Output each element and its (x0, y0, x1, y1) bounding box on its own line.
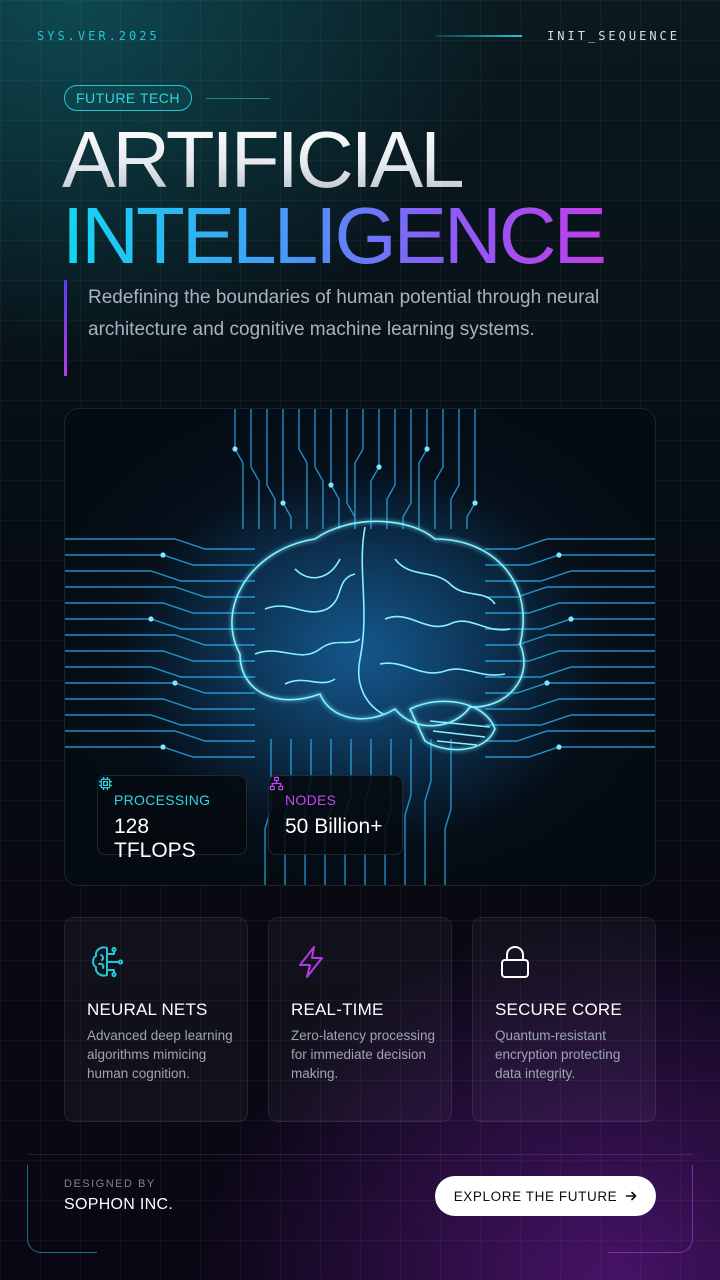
network-icon (269, 776, 284, 791)
feature-cards: NEURAL NETS Advanced deep learning algor… (64, 917, 656, 1122)
sequence-label: INIT_SEQUENCE (547, 29, 680, 43)
circuit-node (544, 680, 550, 686)
circuit-node (328, 482, 334, 488)
stat-value: 128 TFLOPS (114, 815, 196, 862)
stat-label: PROCESSING (114, 792, 211, 808)
stat-card-processing: PROCESSING 128 TFLOPS (97, 775, 247, 862)
circuit-node (568, 616, 574, 622)
category-tag: FUTURE TECH (64, 85, 193, 111)
stat-label: NODES (285, 792, 337, 808)
circuit-node (280, 500, 286, 506)
explore-button[interactable]: EXPLORE THE FUTURE (435, 1176, 656, 1216)
circuit-node (160, 552, 166, 558)
lock-icon (501, 946, 529, 978)
stat-card-nodes: NODES 50 Billion+ (268, 775, 403, 855)
circuit-node (376, 464, 382, 470)
circuit-node (148, 616, 154, 622)
circuit-node (556, 552, 562, 558)
header-accent-line (436, 35, 522, 37)
feature-card-real-time: REAL-TIME Zero-latency processing for im… (268, 917, 452, 1122)
stat-value: 50 Billion+ (285, 815, 383, 838)
version-label: SYS.VER.2025 (37, 29, 160, 43)
chip-icon (98, 776, 113, 791)
circuit-node (160, 744, 166, 750)
feature-card-neural-nets: NEURAL NETS Advanced deep learning algor… (64, 917, 248, 1122)
page-title-line-2: INTELLIGENCE (62, 191, 607, 280)
feature-title: NEURAL NETS (87, 1000, 208, 1019)
arrow-right-icon (625, 1191, 637, 1201)
feature-title: SECURE CORE (495, 1000, 622, 1019)
brain-circuit-icon (92, 946, 124, 978)
explore-button-label: EXPLORE THE FUTURE (453, 1188, 618, 1204)
feature-description: Zero-latency processing for immediate de… (291, 1028, 436, 1081)
page-title-line-1: ARTIFICIAL (62, 115, 465, 204)
circuit-node (172, 680, 178, 686)
feature-description: Quantum-resistant encryption protecting … (495, 1028, 621, 1081)
feature-description: Advanced deep learning algorithms mimici… (87, 1028, 233, 1081)
feature-card-secure-core: SECURE CORE Quantum-resistant encryption… (472, 917, 656, 1122)
description-accent-bar (64, 280, 67, 376)
company-name: SOPHON INC. (64, 1196, 174, 1213)
circuit-node (232, 446, 238, 452)
circuit-node (556, 744, 562, 750)
designed-by-label: DESIGNED BY (64, 1178, 156, 1190)
circuit-node (472, 500, 478, 506)
hero-image-card: PROCESSING 128 TFLOPS NODES 50 Billion+ (64, 408, 656, 886)
circuit-node (424, 446, 430, 452)
hero-description: Redefining the boundaries of human poten… (88, 287, 600, 340)
tag-divider-line (206, 98, 270, 99)
feature-title: REAL-TIME (291, 1000, 384, 1019)
lightning-icon (299, 946, 323, 978)
